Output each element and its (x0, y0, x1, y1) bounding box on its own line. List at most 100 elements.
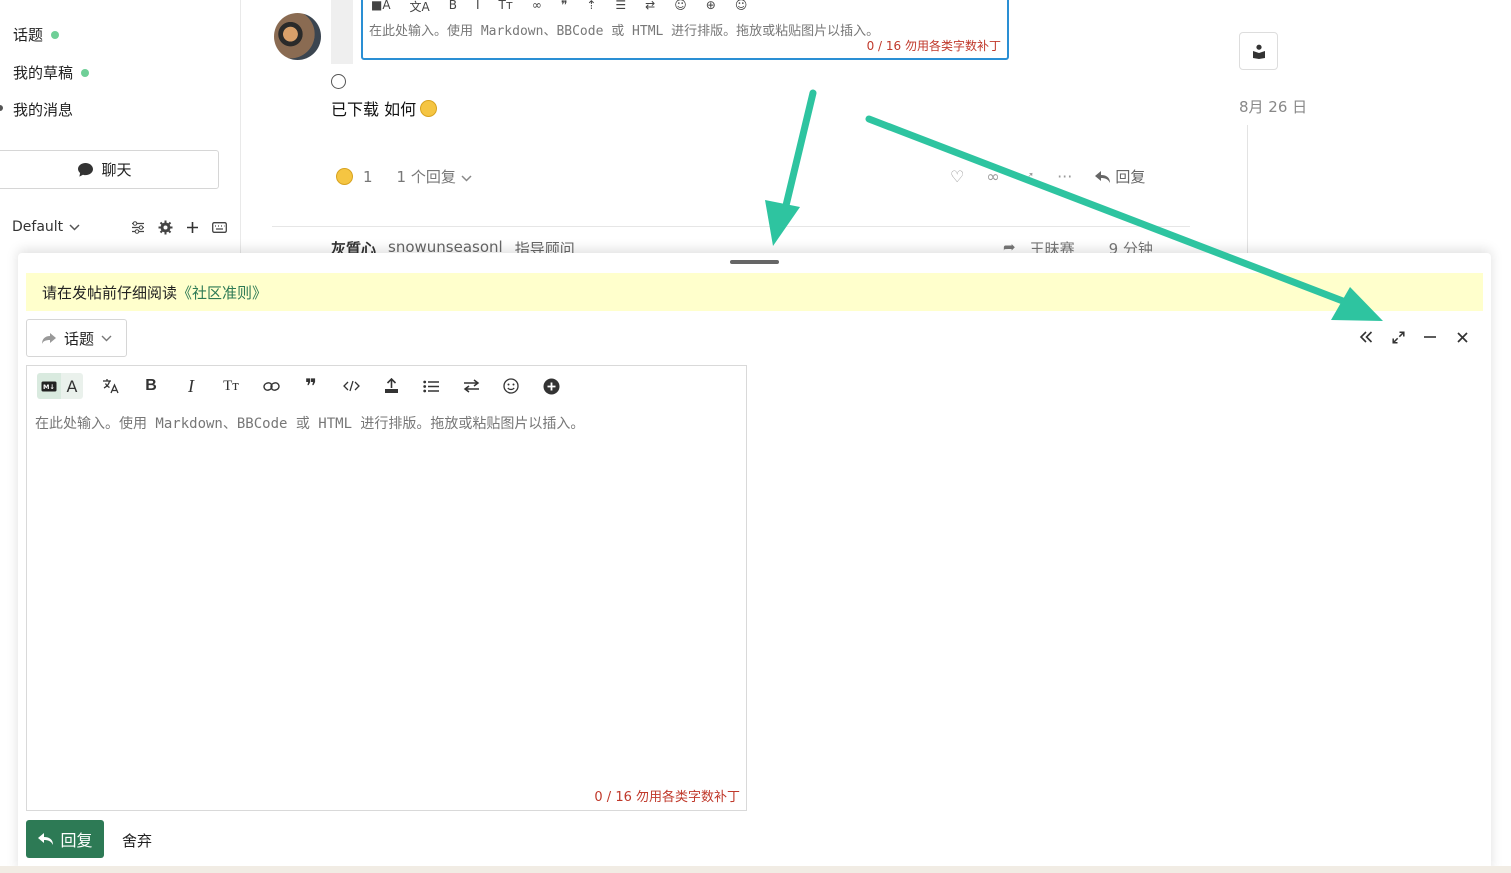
chevron-down-icon (461, 175, 472, 182)
guidelines-notice: 请在发帖前仔细阅读 《社区准则》 (26, 273, 1483, 311)
swap-icon[interactable]: ⇄ (645, 0, 655, 15)
bold-icon[interactable]: B (139, 374, 163, 398)
reply-icon (38, 833, 54, 845)
translate-icon[interactable]: 文A (410, 0, 430, 15)
composer-action-dropdown[interactable]: 话题 (26, 319, 127, 357)
sidebar-item-topics[interactable]: 话题 (13, 24, 60, 45)
composer-action-label: 话题 (63, 329, 94, 348)
timeline-track (1247, 125, 1248, 255)
notice-text: 请在发帖前仔细阅读 (42, 283, 178, 302)
bulleted-list-icon[interactable] (419, 374, 443, 398)
collapse-preview-icon[interactable] (1358, 327, 1374, 347)
chat-bubble-icon (78, 162, 94, 177)
surprised-emoji-icon[interactable] (336, 168, 353, 185)
reader-icon (1252, 44, 1265, 59)
post-actions-right: ♡ ∞ ➶ ··· 回复 (950, 166, 1145, 187)
more-icon[interactable]: ··· (1057, 167, 1072, 186)
markdown-icon[interactable]: ■A (371, 0, 391, 15)
upload-icon[interactable]: ⇡ (586, 0, 596, 15)
sidebar-tools (130, 218, 227, 236)
gear-icon[interactable] (157, 218, 173, 236)
editor-toolbar: M↓ A B I Tт ❞ (27, 366, 563, 406)
rich-text-icon: A (61, 373, 83, 399)
divider (272, 226, 1190, 227)
default-label: Default (12, 219, 64, 235)
inline-char-count: 0 / 16 勿用各类字数补丁 (866, 39, 1001, 53)
markdown-icon: M↓ (37, 373, 61, 399)
unread-dot (81, 68, 90, 77)
sliders-icon[interactable] (130, 218, 146, 236)
post-date: 8月 26 日 (1239, 98, 1308, 116)
item-icon (0, 105, 3, 111)
reply-label: 回复 (1115, 168, 1146, 186)
guidelines-link[interactable]: 《社区准则》 (177, 282, 267, 303)
reply-button-label: 回复 (60, 831, 93, 850)
plus-icon[interactable] (184, 218, 200, 236)
quote-icon[interactable]: ❞ (299, 374, 323, 398)
composer-window-controls (1358, 327, 1470, 347)
unread-dot (51, 30, 60, 39)
link-icon[interactable]: ∞ (986, 167, 999, 186)
code-icon[interactable] (339, 374, 363, 398)
post-text: 已下载 如何 (331, 100, 417, 119)
plus-circle-icon[interactable]: ⊕ (706, 0, 716, 15)
default-selector[interactable]: Default (12, 219, 80, 235)
translate-icon[interactable] (99, 374, 123, 398)
chat-label: 聊天 (101, 161, 132, 179)
markdown-toggle[interactable]: M↓ A (37, 373, 83, 399)
reaction-count: 1 (363, 167, 373, 186)
annotation-arrow-resize (765, 89, 817, 246)
smiley-icon[interactable]: ☺ (674, 0, 687, 15)
quote-gutter (331, 0, 353, 64)
smiley-icon[interactable]: ☺ (735, 0, 748, 15)
plus-circle-icon[interactable] (539, 374, 563, 398)
emoji-icon[interactable] (499, 374, 523, 398)
char-count: 0 / 16 勿用各类字数补丁 (594, 790, 740, 805)
discard-button[interactable]: 舍弃 (122, 830, 152, 851)
editor-placeholder: 在此处输入。使用 Markdown、BBCode 或 HTML 进行排版。拖放或… (35, 416, 585, 432)
rocket-icon[interactable]: ➶ (1022, 167, 1035, 186)
chat-button[interactable]: 聊天 (0, 150, 219, 189)
inline-editor-placeholder: 在此处输入。使用 Markdown、BBCode 或 HTML 进行排版。拖放或… (369, 24, 880, 39)
bold-icon[interactable]: B (449, 0, 457, 15)
reply-link[interactable]: 回复 (1094, 166, 1145, 187)
minimize-icon[interactable] (1422, 327, 1438, 347)
composer-editor[interactable]: M↓ A B I Tт ❞ 在此处输入。使用 Markdown、BBCode 或… (26, 365, 747, 811)
replies-label: 1 个回复 (396, 168, 456, 186)
italic-icon[interactable]: I (179, 374, 203, 398)
svg-text:M↓: M↓ (43, 383, 55, 391)
italic-icon[interactable]: I (476, 0, 480, 15)
inline-editor[interactable]: ■A 文A B I Tт ∞ ❞ ⇡ ☰ ⇄ ☺ ⊕ ☺ 在此处输入。使用 Ma… (361, 0, 1009, 60)
avatar[interactable] (274, 13, 321, 60)
composer-panel: 请在发帖前仔细阅读 《社区准则》 话题 M↓ A B I Tт ❞ 在此处输入。… (18, 253, 1491, 873)
sidebar-item-drafts[interactable]: 我的草稿 (13, 62, 90, 83)
inline-editor-toolbar: ■A 文A B I Tт ∞ ❞ ⇡ ☰ ⇄ ☺ ⊕ ☺ (371, 0, 747, 15)
reply-icon (1095, 170, 1111, 183)
sidebar-item-label: 我的消息 (13, 101, 74, 119)
resize-grip[interactable] (730, 260, 779, 264)
sidebar-item-label: 我的草稿 (13, 64, 74, 82)
link-icon[interactable]: ∞ (532, 0, 542, 15)
heart-icon[interactable]: ♡ (950, 167, 964, 186)
keyboard-icon[interactable] (211, 218, 227, 236)
share-icon (41, 332, 56, 344)
list-icon[interactable]: ☰ (615, 0, 626, 15)
heading-icon[interactable]: Tт (219, 374, 243, 398)
heading-icon[interactable]: Tт (499, 0, 513, 15)
fullscreen-icon[interactable] (1390, 327, 1406, 347)
timeline-toggle-button[interactable] (1239, 32, 1278, 70)
post-body: 已下载 如何 (331, 96, 438, 120)
upload-icon[interactable] (379, 374, 403, 398)
link-icon[interactable] (259, 374, 283, 398)
sidebar-item-messages[interactable]: 我的消息 (13, 99, 73, 120)
reply-button[interactable]: 回复 (26, 820, 104, 858)
swap-direction-icon[interactable] (459, 374, 483, 398)
replies-toggle[interactable]: 1 个回复 (397, 166, 472, 187)
quote-icon[interactable]: ❞ (561, 0, 567, 15)
chevron-down-icon (69, 223, 80, 231)
sidebar-item-label: 话题 (13, 26, 44, 44)
monocle-emoji-icon (420, 99, 438, 117)
smiley-icon[interactable] (331, 74, 346, 89)
close-icon[interactable] (1454, 327, 1470, 347)
post-actions-left: 1 1 个回复 (336, 166, 472, 187)
